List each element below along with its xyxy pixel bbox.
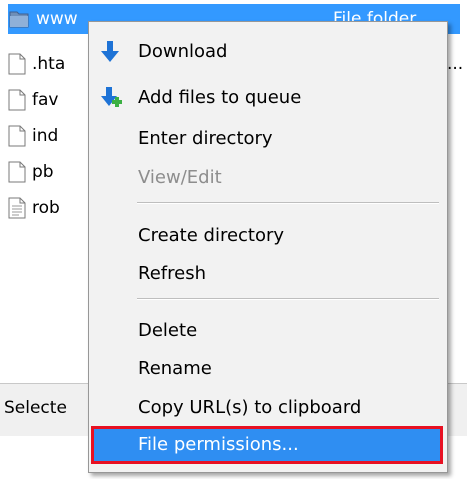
menu-item-label: Download <box>138 41 228 62</box>
text-document-icon <box>8 197 26 219</box>
menu-item-file-permissions[interactable]: File permissions... <box>91 426 443 464</box>
status-text: Selecte <box>4 398 67 418</box>
menu-item-add-files-to-queue[interactable]: Add files to queue <box>91 79 443 115</box>
file-name: rob <box>32 198 60 218</box>
menu-item-label: Copy URL(s) to clipboard <box>138 397 362 418</box>
menu-item-label: Delete <box>138 320 198 341</box>
menu-item-refresh[interactable]: Refresh <box>91 255 443 291</box>
file-name: www <box>36 9 78 29</box>
context-menu: Download Add files to queue Enter direct… <box>88 21 448 473</box>
menu-separator <box>137 202 439 204</box>
file-name: ind <box>32 126 59 146</box>
file-type: ... <box>447 54 464 74</box>
file-name: fav <box>32 90 59 110</box>
menu-item-label: Add files to queue <box>138 87 302 108</box>
add-to-queue-icon <box>101 87 122 107</box>
menu-item-enter-directory[interactable]: Enter directory <box>91 120 443 156</box>
menu-item-copy-url[interactable]: Copy URL(s) to clipboard <box>91 389 443 425</box>
menu-item-label: Enter directory <box>138 128 273 149</box>
menu-item-delete[interactable]: Delete <box>91 312 443 348</box>
menu-item-label: Refresh <box>138 263 206 284</box>
menu-item-label: Create directory <box>138 225 285 246</box>
document-icon <box>8 125 26 147</box>
document-icon <box>8 161 26 183</box>
document-icon <box>8 89 26 111</box>
menu-item-label: Rename <box>138 358 212 379</box>
menu-item-create-directory[interactable]: Create directory <box>91 217 443 253</box>
file-name: pb <box>32 162 54 182</box>
menu-item-view-edit: View/Edit <box>91 159 443 195</box>
menu-item-download[interactable]: Download <box>91 33 443 69</box>
menu-item-label: View/Edit <box>138 167 222 188</box>
document-icon <box>8 53 26 75</box>
folder-icon <box>9 11 29 28</box>
menu-item-rename[interactable]: Rename <box>91 350 443 386</box>
menu-separator <box>137 298 439 300</box>
menu-item-label: File permissions... <box>138 434 299 455</box>
file-name: .hta <box>32 54 66 74</box>
download-arrow-icon <box>101 41 119 62</box>
